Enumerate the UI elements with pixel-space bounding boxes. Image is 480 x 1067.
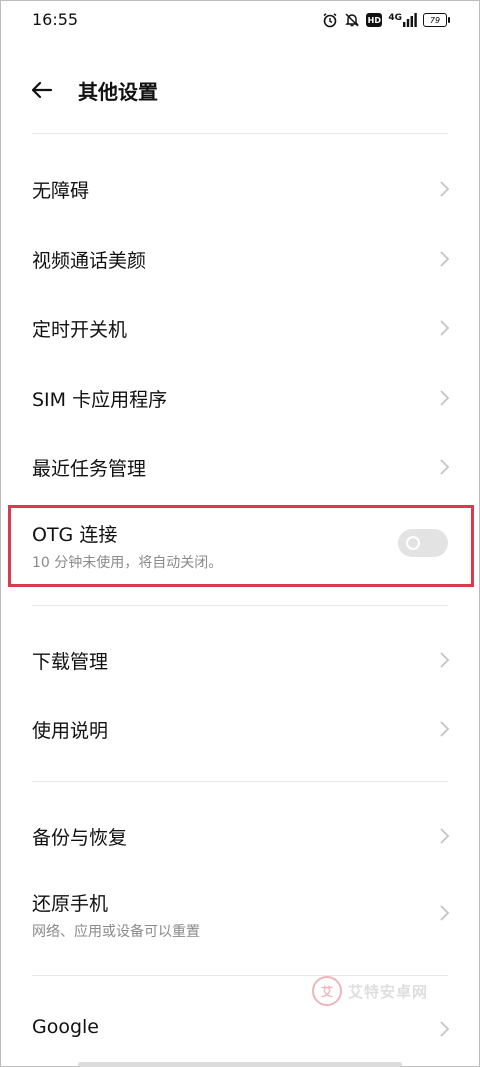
chevron-right-icon [440,320,450,336]
chevron-right-icon [440,652,450,668]
network-type-label: 4G [388,13,402,23]
header-divider [32,133,448,134]
chevron-right-icon [440,459,450,475]
battery-icon: 79 [423,13,450,27]
section-divider [32,605,448,606]
chevron-right-icon [440,251,450,267]
list-item-accessibility[interactable]: 无障碍 [0,158,480,220]
battery-level: 79 [423,13,447,27]
list-item-video-call-beauty[interactable]: 视频通话美颜 [0,228,480,290]
chevron-right-icon [440,828,450,844]
signal-4g-icon: 4G [388,13,417,27]
list-item-label: 使用说明 [32,720,109,742]
chevron-right-icon [440,1021,450,1037]
list-item-backup-restore[interactable]: 备份与恢复 [0,805,480,867]
hd-icon: HD [366,13,383,27]
watermark: 艾 艾特安卓网 [312,976,428,1006]
list-item-label: 定时开关机 [32,319,128,341]
list-item-label: 下载管理 [32,651,109,673]
list-item-scheduled-power[interactable]: 定时开关机 [0,297,480,359]
list-item-instructions[interactable]: 使用说明 [0,698,480,760]
watermark-text: 艾特安卓网 [348,982,429,1001]
status-time: 16:55 [32,10,79,29]
list-item-label: SIM 卡应用程序 [32,389,168,411]
page-title: 其他设置 [78,80,158,104]
status-icons: HD 4G 79 [322,10,450,30]
watermark-logo: 艾 [312,976,342,1006]
status-bar: 16:55 HD 4G 79 [0,0,480,42]
list-item-sim-apps[interactable]: SIM 卡应用程序 [0,367,480,429]
list-item-reset-phone[interactable]: 还原手机 网络、应用或设备可以重置 [0,875,480,951]
home-indicator[interactable] [78,1062,402,1067]
bell-off-icon [345,13,360,27]
list-item-label: 无障碍 [32,180,90,202]
list-item-label: 最近任务管理 [32,458,147,480]
list-item-google[interactable]: Google [0,998,480,1060]
list-item-subtitle: 网络、应用或设备可以重置 [32,924,200,940]
chevron-right-icon [440,905,450,921]
alarm-icon [323,13,337,28]
title-bar: 其他设置 [0,62,480,118]
highlight-box [8,505,474,587]
list-item-downloads[interactable]: 下载管理 [0,630,480,692]
chevron-right-icon [440,721,450,737]
list-item-label: 视频通话美颜 [32,250,147,272]
list-item-label: 备份与恢复 [32,827,128,849]
list-item-recent-tasks[interactable]: 最近任务管理 [0,436,480,498]
chevron-right-icon [440,181,450,197]
chevron-right-icon [440,390,450,406]
list-item-label: 还原手机 [32,893,109,915]
section-divider [32,781,448,782]
arrow-left-icon[interactable] [28,76,56,104]
list-item-label: Google [32,1016,100,1038]
